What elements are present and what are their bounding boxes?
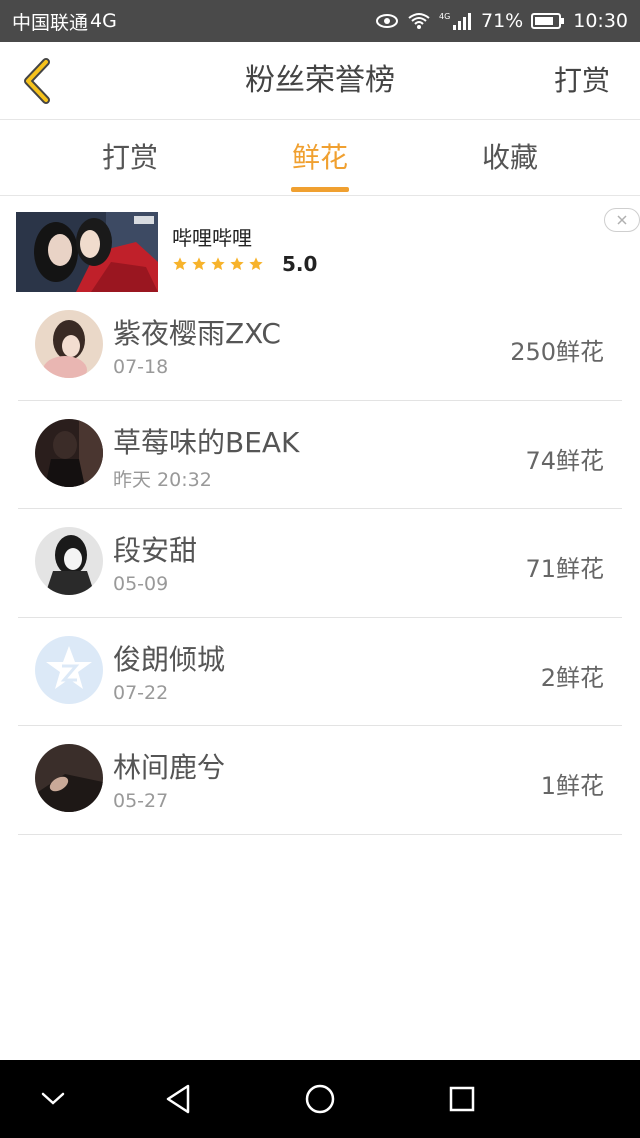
list-item[interactable]: 紫夜樱雨ZXC 07-18 250鲜花	[18, 292, 622, 401]
ad-app-name: 哔哩哔哩	[172, 226, 252, 250]
star-icon	[249, 257, 263, 270]
system-nav-bar	[0, 1060, 640, 1138]
square-recents-icon	[449, 1086, 475, 1112]
avatar	[35, 310, 103, 378]
fan-name: 段安甜	[113, 534, 198, 567]
fan-name: 紫夜樱雨ZXC	[113, 317, 281, 350]
network-label: 4G	[90, 10, 117, 32]
svg-text:4G: 4G	[439, 12, 450, 21]
eye-icon	[375, 13, 399, 29]
fan-time: 05-09	[113, 573, 169, 595]
fan-name: 俊朗倾城	[113, 642, 226, 676]
flower-count: 71鲜花	[525, 555, 604, 583]
list-item[interactable]: 林间鹿兮 05-27 1鲜花	[18, 726, 622, 835]
back-button[interactable]	[14, 56, 58, 106]
clock: 10:30	[573, 10, 628, 32]
recents-nav-button[interactable]	[422, 1060, 502, 1138]
ad-rating-value: 5.0	[282, 252, 318, 276]
page-title: 粉丝荣誉榜	[245, 63, 395, 98]
flower-count: 250鲜花	[510, 338, 604, 366]
close-icon	[617, 215, 627, 225]
ad-close-button[interactable]	[604, 208, 640, 232]
tab-bar: 打赏 鲜花 收藏	[0, 120, 640, 196]
list-item[interactable]: 段安甜 05-09 71鲜花	[18, 509, 622, 618]
status-left: 中国联通 4G	[12, 8, 117, 35]
fan-list: 紫夜樱雨ZXC 07-18 250鲜花 草莓味的BEAK 昨天 20:32 74…	[18, 292, 622, 835]
triangle-back-icon	[166, 1084, 190, 1114]
list-item[interactable]: 草莓味的BEAK 昨天 20:32 74鲜花	[18, 401, 622, 509]
carrier-label: 中国联通	[12, 11, 89, 34]
flower-count: 2鲜花	[540, 663, 604, 692]
flower-count: 74鲜花	[525, 446, 604, 475]
nav-header: 粉丝荣誉榜 打赏	[0, 42, 640, 120]
hide-nav-button[interactable]	[13, 1060, 93, 1138]
flower-count: 1鲜花	[540, 772, 604, 800]
ad-thumbnail[interactable]	[16, 212, 158, 292]
fan-time: 07-18	[113, 356, 169, 378]
star-icon	[211, 257, 225, 270]
wifi-icon	[407, 12, 431, 30]
circle-home-icon	[305, 1084, 335, 1114]
reward-button[interactable]: 打赏	[554, 42, 610, 120]
fan-time: 07-22	[113, 681, 169, 704]
fan-name: 草莓味的BEAK	[113, 425, 300, 459]
list-item[interactable]: 俊朗倾城 07-22 2鲜花	[18, 618, 622, 726]
status-bar: 中国联通 4G 4G 71% 10:30	[0, 0, 640, 42]
default-avatar-icon	[35, 635, 103, 704]
avatar	[35, 744, 103, 812]
battery-percent: 71%	[481, 10, 524, 32]
star-icon	[173, 257, 187, 270]
avatar	[35, 418, 103, 487]
chevron-down-icon	[41, 1092, 65, 1105]
back-nav-button[interactable]	[138, 1060, 218, 1138]
avatar	[35, 527, 103, 595]
tab-reward[interactable]: 打赏	[80, 120, 180, 196]
fan-name: 林间鹿兮	[113, 751, 226, 784]
home-nav-button[interactable]	[280, 1060, 360, 1138]
ad-banner[interactable]: 哔哩哔哩 5.0	[0, 196, 640, 300]
fan-time: 05-27	[113, 790, 169, 812]
ad-rating-stars	[172, 256, 264, 272]
star-icon	[192, 257, 206, 270]
cellular-signal-icon: 4G	[439, 11, 473, 31]
active-tab-indicator	[291, 187, 349, 192]
battery-icon	[531, 12, 565, 30]
tab-flowers[interactable]: 鲜花	[270, 120, 370, 196]
tab-favorites[interactable]: 收藏	[460, 120, 560, 196]
star-icon	[230, 257, 244, 270]
avatar	[35, 635, 103, 704]
chevron-left-icon	[24, 58, 50, 104]
fan-time: 昨天 20:32	[113, 468, 212, 491]
status-right: 4G 71% 10:30	[375, 10, 628, 32]
